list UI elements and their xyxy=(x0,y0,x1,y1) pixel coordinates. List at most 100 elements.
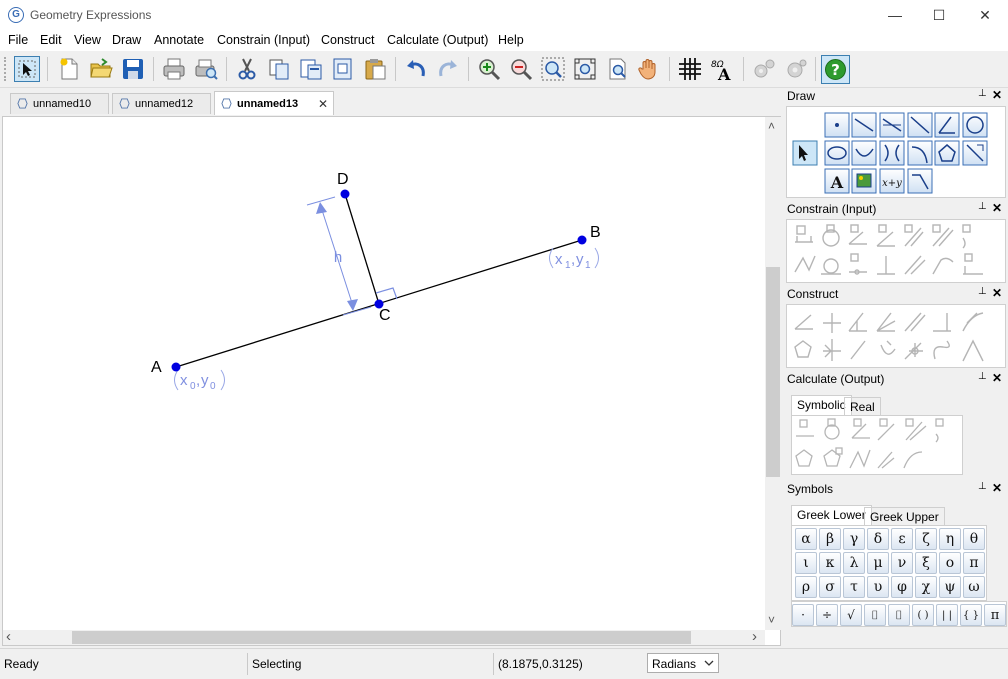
symbol-theta[interactable]: θ xyxy=(963,528,985,550)
scroll-up-arrow[interactable]: ˄ xyxy=(768,119,775,133)
symbol-upsilon[interactable]: υ xyxy=(867,576,889,598)
point-label-c[interactable]: C xyxy=(379,307,391,324)
symbol-lambda[interactable]: λ xyxy=(843,552,865,574)
close-window-button[interactable]: ✕ xyxy=(962,0,1008,31)
vertical-scrollbar[interactable]: ˄ ˅ xyxy=(765,117,781,630)
segment-cd[interactable] xyxy=(344,193,380,305)
panel-close-icon[interactable]: ✕ xyxy=(992,481,1002,495)
minimize-button[interactable]: — xyxy=(872,0,918,31)
construct-locus-icon[interactable] xyxy=(962,312,984,332)
panel-close-icon[interactable]: ✕ xyxy=(992,201,1002,215)
construct-angle-bisector-icon[interactable] xyxy=(876,312,896,332)
math-matrix-button[interactable]: { } xyxy=(960,604,982,626)
pin-icon[interactable]: ⊥ xyxy=(978,481,987,492)
point-d[interactable] xyxy=(340,189,350,199)
symbol-kappa[interactable]: κ xyxy=(819,552,841,574)
math-parentheses-button[interactable]: ( ) xyxy=(912,604,934,626)
constrain-implicit-icon[interactable] xyxy=(794,255,816,273)
symbol-epsilon[interactable]: ε xyxy=(891,528,913,550)
calc-parametric-icon[interactable] xyxy=(849,449,871,469)
calc-area-icon[interactable] xyxy=(795,449,813,467)
symbol-chi[interactable]: χ xyxy=(915,576,937,598)
symbol-delta[interactable]: δ xyxy=(867,528,889,550)
function-tool-icon[interactable] xyxy=(907,168,933,194)
coord-label-b[interactable]: x 1 , y 1 xyxy=(549,247,599,271)
calc-equation-icon[interactable] xyxy=(905,418,927,441)
tab-greek-lower[interactable]: Greek Lower xyxy=(791,505,872,526)
image-tool-icon[interactable] xyxy=(851,168,877,194)
math-pi-button[interactable]: π xyxy=(984,604,1006,626)
constrain-locus-icon[interactable] xyxy=(932,257,954,275)
angle-tool-icon[interactable] xyxy=(934,112,960,138)
constrain-slope-icon[interactable] xyxy=(876,224,895,247)
horizontal-scrollbar[interactable]: ‹ › xyxy=(3,628,765,645)
hyperbola-tool-icon[interactable] xyxy=(879,140,905,166)
symbol-iota[interactable]: ι xyxy=(795,552,817,574)
horizontal-scroll-thumb[interactable] xyxy=(72,631,691,644)
math-superscript-button[interactable]: ⌷ xyxy=(864,604,886,626)
text-tool-icon[interactable]: A xyxy=(824,168,850,194)
constrain-angle-icon[interactable] xyxy=(848,224,867,245)
height-label[interactable]: h xyxy=(334,249,342,266)
select-tool-icon[interactable] xyxy=(792,140,818,166)
symbol-rho[interactable]: ρ xyxy=(795,576,817,598)
symbol-mu[interactable]: μ xyxy=(867,552,889,574)
scroll-left-arrow[interactable]: ‹ xyxy=(6,628,11,645)
construct-reflection-icon[interactable] xyxy=(823,339,841,361)
constrain-perpendicular-icon[interactable] xyxy=(877,256,895,275)
constrain-congruent-icon[interactable] xyxy=(904,255,926,275)
pin-icon[interactable]: ⊥ xyxy=(978,201,987,212)
symbol-pi[interactable]: π xyxy=(963,552,985,574)
calc-perimeter-icon[interactable] xyxy=(823,447,843,467)
math-sqrt-button[interactable]: √ xyxy=(840,604,862,626)
panel-close-icon[interactable]: ✕ xyxy=(992,286,1002,300)
symbol-alpha[interactable]: α xyxy=(795,528,817,550)
symbol-sigma[interactable]: σ xyxy=(819,576,841,598)
construct-midpoint-icon[interactable] xyxy=(794,314,813,330)
segment-tool-icon[interactable] xyxy=(879,112,905,138)
calc-implicit-icon[interactable] xyxy=(877,451,895,469)
constrain-radius-icon[interactable] xyxy=(822,224,840,247)
calc-angle-icon[interactable] xyxy=(851,418,870,439)
construct-perpendicular-icon[interactable] xyxy=(848,312,867,332)
construct-curve-icon[interactable] xyxy=(933,340,950,360)
math-absolute-button[interactable]: | | xyxy=(936,604,958,626)
symbol-xi[interactable]: ξ xyxy=(915,552,937,574)
symbol-eta[interactable]: η xyxy=(939,528,961,550)
pin-icon[interactable]: ⊥ xyxy=(978,88,987,99)
coord-label-a[interactable]: x 0 , y 0 xyxy=(174,369,225,392)
panel-close-icon[interactable]: ✕ xyxy=(992,371,1002,385)
constrain-distance-icon[interactable] xyxy=(795,225,813,243)
vector-tool-icon[interactable] xyxy=(962,140,988,166)
symbol-omicron[interactable]: ο xyxy=(939,552,961,574)
vertical-scroll-thumb[interactable] xyxy=(766,267,780,477)
symbol-zeta[interactable]: ζ xyxy=(915,528,937,550)
point-a[interactable] xyxy=(171,362,181,372)
tab-real[interactable]: Real xyxy=(844,397,881,416)
tab-greek-upper[interactable]: Greek Upper xyxy=(864,507,945,526)
point-label-a[interactable]: A xyxy=(151,359,162,376)
constrain-coordinates-icon[interactable] xyxy=(962,224,971,249)
help-button[interactable]: ? xyxy=(821,55,850,84)
constrain-parallel-icon[interactable] xyxy=(932,224,954,247)
circle-tool-icon[interactable] xyxy=(962,112,988,138)
construct-tangent-icon[interactable] xyxy=(933,313,951,332)
expression-tool-icon[interactable]: x+y xyxy=(879,168,905,194)
math-dot-button[interactable]: · xyxy=(792,604,814,626)
calc-slope-icon[interactable] xyxy=(877,418,895,441)
math-fraction-button[interactable]: ÷ xyxy=(816,604,838,626)
construct-dilation-icon[interactable] xyxy=(904,342,923,360)
calc-expression-icon[interactable] xyxy=(903,451,923,469)
scroll-down-arrow[interactable]: ˅ xyxy=(768,613,775,627)
constrain-direction-icon[interactable] xyxy=(904,224,924,247)
construct-parallel-icon[interactable] xyxy=(904,312,926,332)
polygon-tool-icon[interactable] xyxy=(934,140,960,166)
angle-unit-select[interactable]: Radians xyxy=(647,653,719,673)
construct-polygon-icon[interactable] xyxy=(794,340,812,358)
parabola-tool-icon[interactable] xyxy=(907,140,933,166)
pin-icon[interactable]: ⊥ xyxy=(978,371,987,382)
calc-coordinates-icon[interactable] xyxy=(935,418,944,443)
construct-envelope-icon[interactable] xyxy=(962,339,984,362)
calc-distance-icon[interactable] xyxy=(796,419,814,437)
arc-tool-icon[interactable] xyxy=(851,140,877,166)
